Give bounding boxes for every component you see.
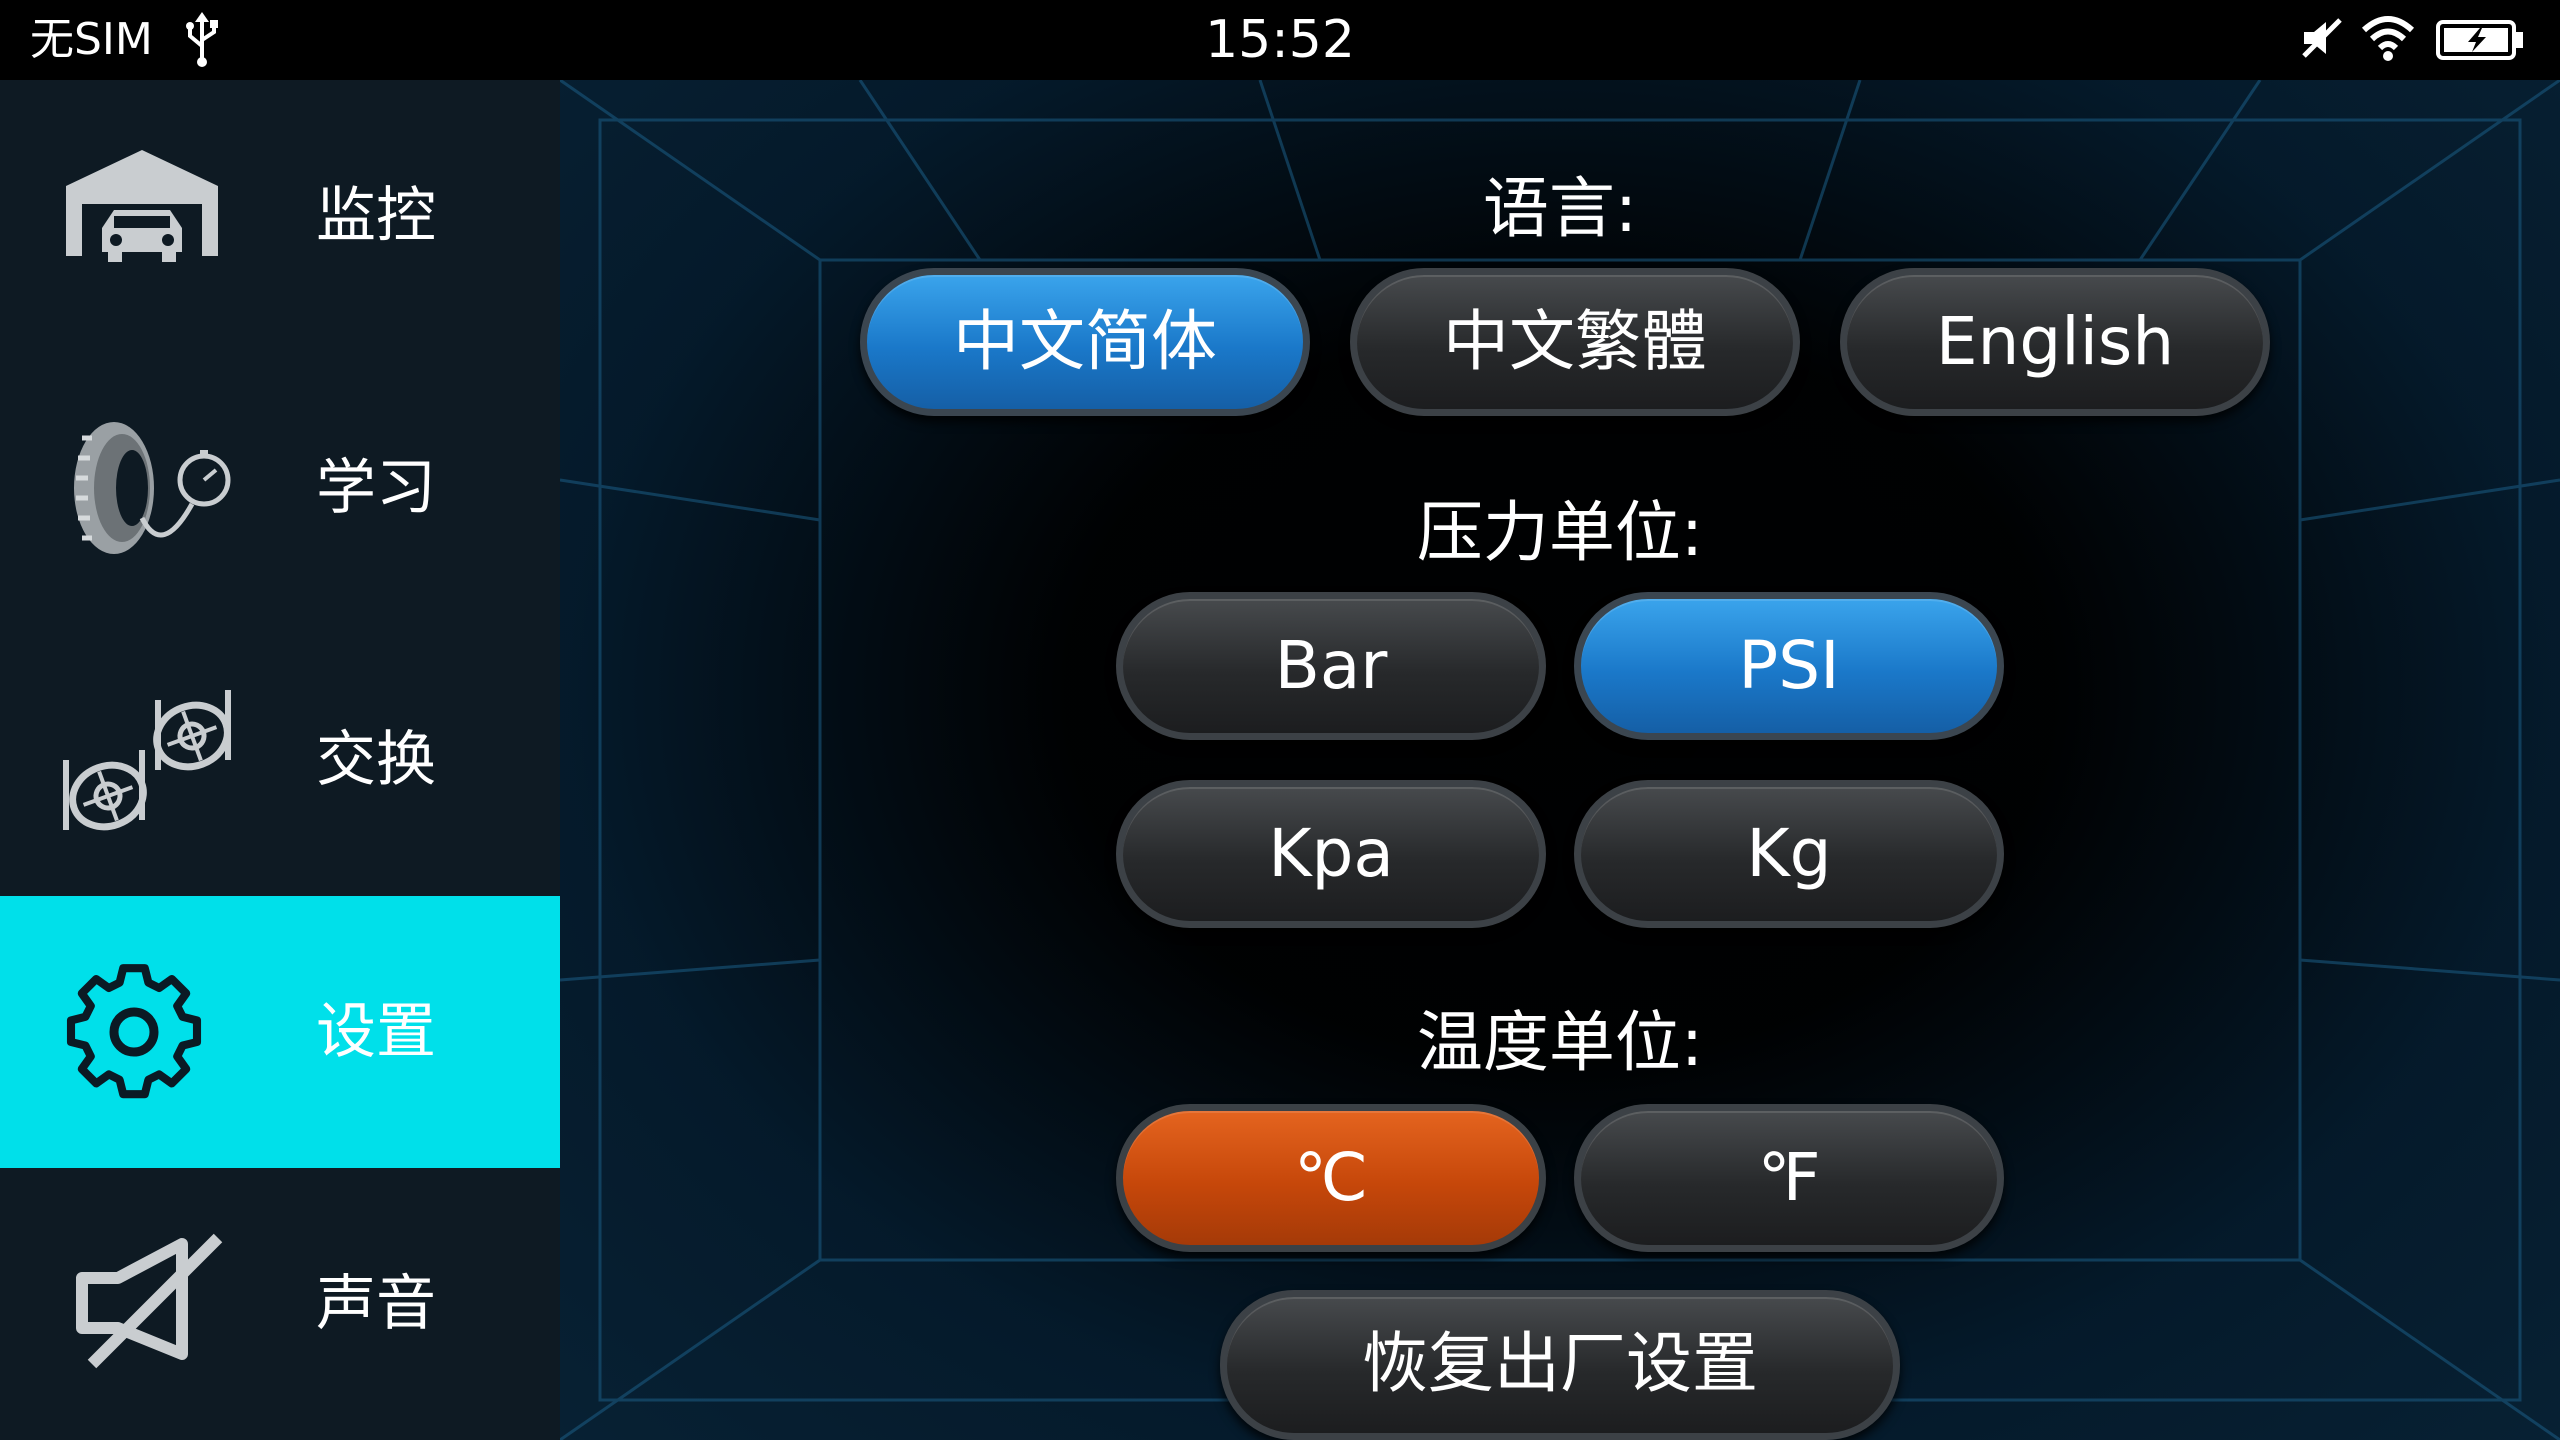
- sidebar-item-swap[interactable]: 交换: [0, 624, 560, 896]
- mute-icon: [2300, 16, 2344, 64]
- language-option-simplified-chinese[interactable]: 中文简体: [860, 268, 1310, 416]
- tire-gauge-icon: [52, 408, 232, 568]
- sidebar-item-label: 声音: [316, 1269, 436, 1339]
- language-title: 语言:: [1482, 170, 1638, 247]
- sidebar-item-sound[interactable]: 声音: [0, 1168, 560, 1440]
- sidebar-item-settings[interactable]: 设置: [0, 896, 560, 1168]
- sidebar-item-learn[interactable]: 学习: [0, 352, 560, 624]
- temperature-option-fahrenheit[interactable]: ℉: [1574, 1104, 2004, 1252]
- gear-icon: [52, 952, 232, 1112]
- sidebar-item-label: 交换: [316, 725, 436, 795]
- sidebar-item-monitor[interactable]: 监控: [0, 80, 560, 352]
- language-option-traditional-chinese[interactable]: 中文繁體: [1350, 268, 1800, 416]
- sidebar-item-label: 学习: [316, 453, 436, 523]
- garage-car-icon: [52, 136, 232, 296]
- tire-swap-icon: [52, 680, 232, 840]
- speaker-muted-icon: [52, 1224, 232, 1384]
- pressure-option-bar[interactable]: Bar: [1116, 592, 1546, 740]
- settings-panel: 语言: 中文简体 中文繁體 English 压力单位: Bar PSI Kpa …: [560, 80, 2560, 1440]
- pressure-option-kpa[interactable]: Kpa: [1116, 780, 1546, 928]
- sidebar-item-label: 监控: [316, 181, 436, 251]
- temperature-unit-title: 温度单位:: [1416, 1004, 1704, 1081]
- sidebar: 监控 学习 交换 设置 声音: [0, 80, 560, 1440]
- pressure-unit-title: 压力单位:: [1416, 494, 1704, 571]
- pressure-option-psi[interactable]: PSI: [1574, 592, 2004, 740]
- language-option-english[interactable]: English: [1840, 268, 2270, 416]
- battery-charging-icon: [2436, 20, 2526, 64]
- factory-reset-button[interactable]: 恢复出厂设置: [1220, 1290, 1900, 1440]
- pressure-option-kg[interactable]: Kg: [1574, 780, 2004, 928]
- sidebar-item-label: 设置: [316, 997, 436, 1067]
- clock: 15:52: [1205, 10, 1355, 70]
- temperature-option-celsius[interactable]: ℃: [1116, 1104, 1546, 1252]
- status-bar: 无SIM 15:52: [0, 0, 2560, 80]
- wifi-icon: [2360, 14, 2416, 66]
